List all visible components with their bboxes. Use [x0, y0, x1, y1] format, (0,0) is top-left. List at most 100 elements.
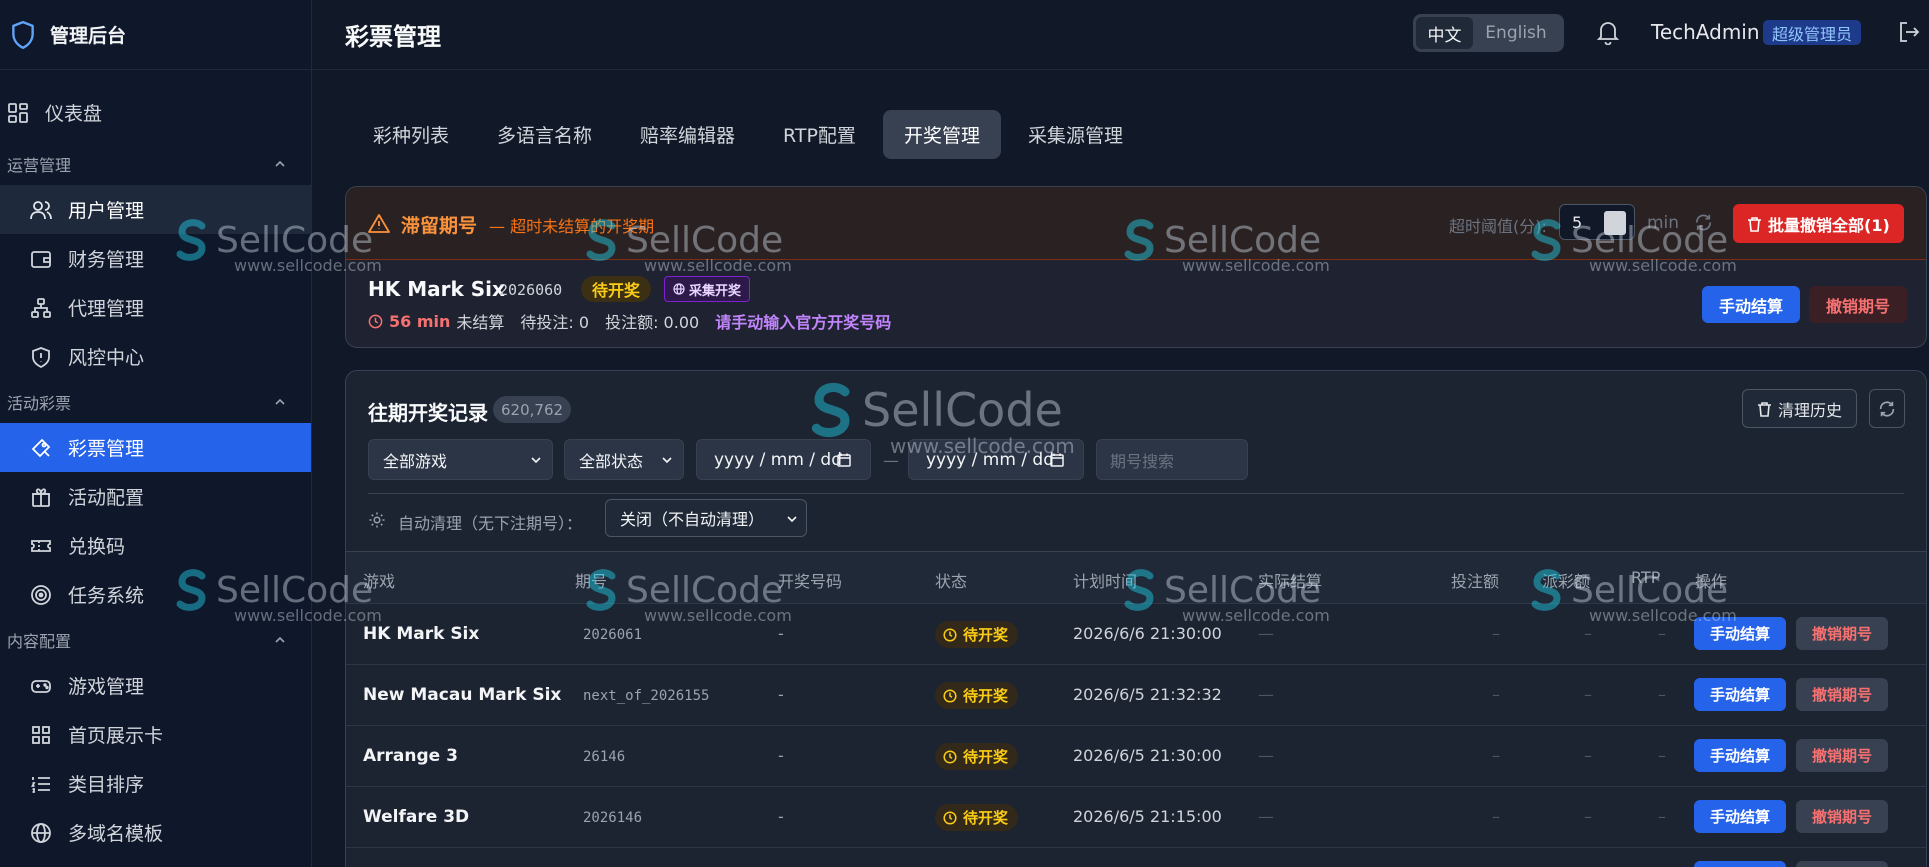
date-from-input[interactable]: yyyy / mm / dd: [696, 439, 871, 480]
clear-history-button[interactable]: 清理历史: [1742, 389, 1858, 428]
revoke-issue-button[interactable]: 撤销期号: [1796, 617, 1888, 650]
cell-actual-settle: —: [1258, 746, 1274, 765]
stale-periods-panel: 滞留期号 — 超时未结算的开奖期 超时阈值(分): 5 min 批量撤销全部(1…: [345, 186, 1927, 348]
gear-icon: [369, 512, 385, 528]
stale-header: 滞留期号 — 超时未结算的开奖期 超时阈值(分): 5 min 批量撤销全部(1…: [346, 187, 1926, 260]
game-filter-select[interactable]: 全部游戏: [368, 439, 553, 480]
sidebar-item-risk[interactable]: 风控中心: [0, 332, 311, 381]
cell-rtp: –: [1658, 807, 1666, 826]
sidebar-item-games[interactable]: 游戏管理: [0, 661, 311, 710]
cell-game: HK Mark Six: [363, 624, 480, 644]
sidebar-item-label: 彩票管理: [68, 438, 145, 460]
date-from-placeholder: yyyy / mm / dd: [714, 449, 843, 470]
refresh-icon[interactable]: [1693, 212, 1714, 233]
manual-settle-button[interactable]: 手动结算: [1694, 678, 1786, 711]
threshold-input[interactable]: 5: [1559, 204, 1635, 240]
ticket-icon: [31, 438, 51, 457]
pending-bets: 待投注: 0: [520, 313, 590, 332]
elapsed-time: 56 min: [389, 311, 451, 331]
issue-search-input[interactable]: 期号搜索: [1096, 439, 1248, 480]
sidebar-item-label: 用户管理: [68, 200, 145, 222]
cell-payout: –: [1584, 807, 1592, 826]
manual-settle-button[interactable]: 手动结算: [1702, 286, 1800, 323]
revoke-issue-button[interactable]: 撤销期号: [1796, 800, 1888, 833]
auto-clean-select[interactable]: 关闭（不自动清理）: [605, 499, 807, 537]
group-content[interactable]: 内容配置: [0, 619, 311, 661]
shield-icon: [12, 20, 34, 49]
chevron-up-icon: [275, 160, 285, 167]
stale-subtitle: — 超时未结算的开奖期: [489, 217, 655, 236]
group-ops[interactable]: 运营管理: [0, 143, 311, 185]
manual-settle-button[interactable]: 手动结算: [1694, 800, 1786, 833]
col-actual-settle: 实际结算: [1258, 572, 1323, 591]
manual-settle-button[interactable]: 手动结算: [1694, 617, 1786, 650]
table-row: Arrange 3 26146 - 待开奖 2026/6/5 21:30:00 — – – – 手…: [346, 725, 1926, 786]
sidebar-item-label: 首页展示卡: [68, 725, 164, 747]
tab-draw-management[interactable]: 开奖管理: [882, 110, 1001, 159]
group-title: 运营管理: [7, 156, 72, 175]
sidebar-item-dashboard[interactable]: 仪表盘: [0, 88, 311, 137]
cell-planned-time: 2026/6/5 21:30:00: [1073, 746, 1222, 765]
sidebar-item-label: 财务管理: [68, 249, 145, 271]
sidebar-item-home-cards[interactable]: 首页展示卡: [0, 710, 311, 759]
cell-game: New Macau Mark Six: [363, 685, 562, 705]
date-to-placeholder: yyyy / mm / dd: [926, 449, 1055, 470]
bell-icon[interactable]: [1596, 19, 1620, 45]
clock-icon: [943, 749, 957, 764]
revoke-issue-button[interactable]: [1796, 861, 1888, 867]
calendar-icon: [837, 453, 851, 467]
revoke-issue-button[interactable]: 撤销期号: [1796, 739, 1888, 772]
sidebar-item-label: 任务系统: [68, 585, 145, 607]
manual-settle-button[interactable]: 手动结算: [1694, 739, 1786, 772]
sidebar-item-label: 代理管理: [68, 298, 145, 320]
stale-title: 滞留期号: [401, 215, 478, 237]
logout-icon[interactable]: [1898, 20, 1920, 44]
unsettled-label: 未结算: [456, 313, 505, 332]
revoke-issue-button[interactable]: 撤销期号: [1809, 286, 1907, 323]
manual-settle-button[interactable]: [1694, 861, 1786, 867]
tab-source-management[interactable]: 采集源管理: [1007, 110, 1144, 159]
sidebar-item-agents[interactable]: 代理管理: [0, 283, 311, 332]
bulk-revoke-button[interactable]: 批量撤销全部(1): [1733, 204, 1904, 243]
sidebar-item-category-sort[interactable]: 类目排序: [0, 759, 311, 808]
table-header: 游戏 期号 开奖号码 状态 计划时间 实际结算 投注额 派彩额 RTP 操作: [346, 551, 1926, 603]
sidebar-item-tasks[interactable]: 任务系统: [0, 570, 311, 619]
tab-lottery-list[interactable]: 彩种列表: [352, 110, 470, 159]
sidebar-item-domain-templates[interactable]: 多域名模板: [0, 808, 311, 857]
status-filter-select[interactable]: 全部状态: [564, 439, 684, 480]
cell-bet-amount: –: [1492, 624, 1500, 643]
lang-en-button[interactable]: English: [1473, 17, 1559, 49]
lang-zh-button[interactable]: 中文: [1416, 17, 1473, 49]
spinner-icon[interactable]: [1604, 211, 1626, 235]
sidebar-item-lottery[interactable]: 彩票管理: [0, 423, 311, 472]
sidebar-item-activities[interactable]: 活动配置: [0, 472, 311, 521]
sidebar-item-label: 仪表盘: [45, 103, 103, 125]
group-lottery[interactable]: 活动彩票: [0, 381, 311, 423]
group-title: 活动彩票: [7, 394, 72, 413]
revoke-issue-button[interactable]: 撤销期号: [1796, 678, 1888, 711]
auto-clean-label: 自动清理（无下注期号）：: [398, 514, 583, 533]
tab-rtp-config[interactable]: RTP配置: [762, 110, 877, 159]
status-badge: 待开奖: [935, 621, 1019, 648]
tab-odds-editor[interactable]: 赔率编辑器: [619, 110, 756, 159]
history-panel: 往期开奖记录 620,762 清理历史 全部游戏 全部状态 yyyy / mm …: [345, 370, 1927, 867]
refresh-icon: [1879, 401, 1895, 416]
chevron-up-icon: [275, 398, 285, 405]
refresh-button[interactable]: [1869, 389, 1905, 428]
chevron-down-icon: [662, 457, 672, 464]
threshold-label: 超时阈值(分):: [1449, 217, 1547, 236]
sidebar-item-redeem[interactable]: 兑换码: [0, 521, 311, 570]
sidebar-item-finance[interactable]: 财务管理: [0, 234, 311, 283]
tab-i18n-names[interactable]: 多语言名称: [476, 110, 613, 159]
cell-game: Arrange 3: [363, 746, 458, 766]
col-actions: 操作: [1695, 572, 1728, 591]
clear-history-label: 清理历史: [1778, 400, 1843, 420]
col-bet-amount: 投注额: [1451, 572, 1500, 591]
status-badge: 待开奖: [935, 743, 1019, 770]
history-title: 往期开奖记录: [368, 401, 488, 425]
sidebar-item-label: 活动配置: [68, 487, 145, 509]
date-to-input[interactable]: yyyy / mm / dd: [908, 439, 1084, 480]
source-tag: 采集开奖: [664, 276, 751, 302]
sidebar-item-users[interactable]: 用户管理: [0, 185, 311, 234]
status-badge: 待开奖: [935, 804, 1019, 831]
